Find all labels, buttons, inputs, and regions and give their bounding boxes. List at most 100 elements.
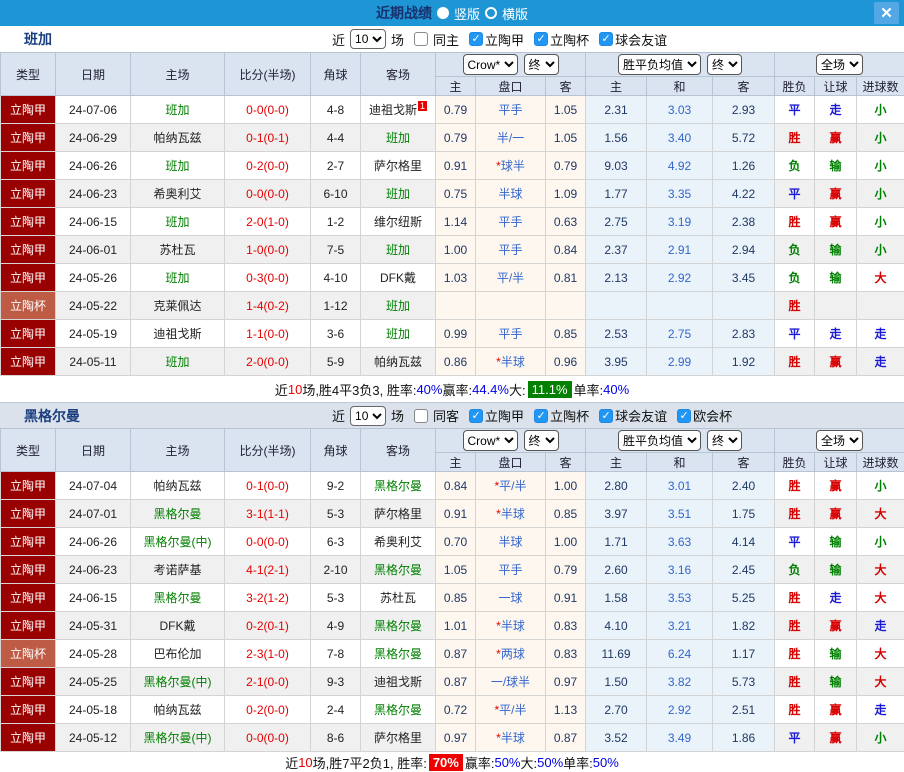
results-table: 类型 日期 主场 比分(半场) 角球 客场 Crow*终 胜平负均值终 全场 (0, 428, 904, 752)
cell-odds-draw: 3.53 (646, 583, 714, 612)
competition-checkbox[interactable]: ✓ (534, 32, 549, 46)
col-header-type: 类型 (0, 428, 56, 472)
same-venue-checkbox[interactable] (414, 32, 429, 46)
cell-goals-result: 小 (856, 95, 904, 124)
cell-away-team: 苏杜瓦 (360, 583, 436, 612)
cell-handicap-away-odds: 0.83 (544, 611, 587, 640)
match-row: 立陶甲 24-06-29 帕纳瓦兹 0-1(0-1) 4-4 班加 0.79 半/一 1.05 1… (0, 123, 904, 152)
summary-segment: 50% (537, 754, 564, 770)
odds-final-select[interactable]: 终 (707, 430, 743, 451)
cell-handicap-result: 输 (814, 555, 858, 584)
cell-handicap-away-odds: 0.97 (544, 667, 587, 696)
cell-competition: 立陶甲 (0, 527, 56, 556)
competition-checkbox[interactable]: ✓ (599, 32, 614, 46)
cell-handicap-home-odds (435, 291, 476, 320)
cell-away-team: 黑格尔曼 (360, 639, 436, 668)
cell-odds-draw: 3.16 (646, 555, 714, 584)
cell-result: 负 (774, 151, 816, 180)
cell-home-team: 迪祖戈斯 (130, 319, 225, 348)
cell-score: 2-1(0-0) (224, 667, 311, 696)
horizontal-layout-label[interactable]: 横版 (502, 4, 528, 23)
cell-odds-lose: 3.45 (712, 263, 776, 292)
competition-checkbox[interactable]: ✓ (677, 408, 692, 423)
cell-odds-win: 3.95 (585, 347, 648, 376)
summary-segment: 场,胜4平3负3, 胜率: (302, 382, 417, 398)
scope-select-group: 全场 (774, 428, 904, 453)
handicap-final-select[interactable]: 终 (523, 430, 559, 451)
cell-handicap-line: *平/半 (475, 471, 546, 500)
cell-handicap-home-odds: 0.72 (435, 695, 476, 724)
cell-handicap-line: 一/球半 (475, 667, 546, 696)
cell-away-team: 班加 (360, 123, 436, 152)
vertical-layout-label[interactable]: 竖版 (454, 4, 480, 23)
cell-date: 24-05-18 (55, 695, 131, 724)
cell-goals-result: 走 (856, 319, 904, 348)
cell-competition: 立陶甲 (0, 95, 56, 124)
col-header-date: 日期 (55, 52, 131, 96)
recent-count-select[interactable]: 10 (350, 29, 387, 49)
close-icon[interactable]: ✕ (874, 2, 899, 24)
cell-score: 3-1(1-1) (224, 499, 311, 528)
match-row: 立陶甲 24-06-15 黑格尔曼 3-2(1-2) 5-3 苏杜瓦 0.85 一球 0.91 1… (0, 583, 904, 612)
bookmaker-select[interactable]: Crow* (462, 430, 518, 451)
filter-row: 班加 近 10 场同主 ✓ 立陶甲 ✓ 立陶杯 ✓ 球会友谊 (0, 26, 904, 52)
recent-count-select[interactable]: 10 (350, 405, 387, 426)
cell-handicap-line: 平手 (475, 319, 546, 348)
competition-checkbox[interactable]: ✓ (469, 408, 484, 423)
bookmaker-select[interactable]: Crow* (462, 54, 518, 75)
cell-goals-result: 大 (856, 639, 904, 668)
match-row: 立陶甲 24-07-06 班加 0-0(0-0) 4-8 迪祖戈斯 1 0.79 平手 1.05 2… (0, 95, 904, 124)
same-venue-checkbox[interactable] (414, 408, 429, 423)
cell-result: 胜 (774, 695, 816, 724)
cell-handicap-home-odds: 1.00 (435, 235, 476, 264)
subcol-handicap-away: 客 (544, 76, 587, 96)
cell-competition: 立陶甲 (0, 179, 56, 208)
avg-odds-select[interactable]: 胜平负均值 (618, 430, 702, 451)
summary-segment: 单率: (573, 382, 604, 398)
cell-odds-lose: 2.51 (712, 695, 776, 724)
cell-handicap-away-odds: 0.79 (544, 151, 587, 180)
cell-home-team: DFK戴 (130, 611, 225, 640)
cell-handicap-result: 赢 (814, 695, 858, 724)
scope-select[interactable]: 全场 (816, 54, 864, 75)
cell-result: 胜 (774, 611, 816, 640)
cell-goals-result: 小 (856, 123, 904, 152)
cell-odds-win: 2.60 (585, 555, 648, 584)
cell-odds-win: 2.37 (585, 235, 648, 264)
cell-odds-win: 9.03 (585, 151, 648, 180)
cell-date: 24-06-15 (55, 583, 131, 612)
cell-odds-draw: 2.92 (646, 263, 714, 292)
handicap-final-select[interactable]: 终 (523, 54, 559, 75)
competition-checkbox[interactable]: ✓ (469, 32, 484, 46)
cell-corners: 5-3 (310, 583, 361, 612)
cell-competition: 立陶甲 (0, 583, 56, 612)
cell-competition: 立陶甲 (0, 695, 56, 724)
match-row: 立陶甲 24-05-26 班加 0-3(0-0) 4-10 DFK戴 1.03 平/半 0.81… (0, 263, 904, 292)
competition-label: 立陶杯 (550, 409, 590, 424)
vertical-layout-radio[interactable] (436, 7, 449, 19)
competition-checkbox[interactable]: ✓ (599, 408, 614, 423)
col-header-date: 日期 (55, 428, 131, 472)
avg-odds-select[interactable]: 胜平负均值 (618, 54, 702, 75)
cell-score: 4-1(2-1) (224, 555, 311, 584)
subcol-result: 胜负 (774, 76, 816, 96)
odds-final-select[interactable]: 终 (707, 54, 743, 75)
cell-home-team: 考诺萨基 (130, 555, 225, 584)
cell-handicap-result: 输 (814, 639, 858, 668)
cell-home-team: 巴布伦加 (130, 639, 225, 668)
cell-date: 24-06-15 (55, 207, 131, 236)
horizontal-layout-radio[interactable] (485, 7, 497, 19)
scope-select[interactable]: 全场 (816, 430, 864, 451)
match-row: 立陶甲 24-05-18 帕纳瓦兹 0-2(0-0) 2-4 黑格尔曼 0.72 *平/半 1.… (0, 695, 904, 724)
competition-checkbox[interactable]: ✓ (534, 408, 549, 423)
cell-away-team: 帕纳瓦兹 (360, 347, 436, 376)
cell-competition: 立陶甲 (0, 499, 56, 528)
cell-odds-win: 2.70 (585, 695, 648, 724)
cell-corners: 6-3 (310, 527, 361, 556)
cell-score: 0-3(0-0) (224, 263, 311, 292)
cell-odds-draw: 2.75 (646, 319, 714, 348)
cell-odds-win: 3.97 (585, 499, 648, 528)
summary-line: 近 10 场,胜4平3负3, 胜率: 40% 赢率: 44.4% 大: 11.1% 单率:… (0, 376, 904, 402)
col-header-away: 客场 (360, 428, 436, 472)
cell-goals-result: 小 (856, 471, 904, 500)
